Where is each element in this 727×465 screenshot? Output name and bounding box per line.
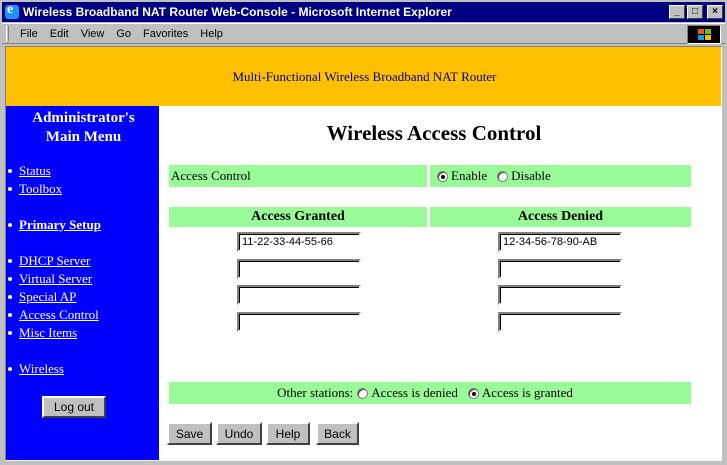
access-control-label: Access Control <box>169 165 427 187</box>
sidebar-item-wireless[interactable]: Wireless <box>8 361 64 377</box>
sidebar-item-label: Misc Items <box>19 325 78 340</box>
granted-mac-input-3[interactable] <box>237 285 361 305</box>
main-content: Wireless Access Control Access Control E… <box>159 106 721 460</box>
other-stations-label: Other stations: <box>277 385 354 400</box>
enable-label: Enable <box>451 168 488 183</box>
menu-help[interactable]: Help <box>194 28 229 40</box>
window-title: Wireless Broadband NAT Router Web-Consol… <box>23 5 452 19</box>
bullet-icon <box>8 331 12 335</box>
menu-file[interactable]: File <box>14 28 44 40</box>
back-button[interactable]: Back <box>316 422 359 445</box>
menu-go[interactable]: Go <box>110 28 137 40</box>
sidebar-item-label: Virtual Server <box>19 271 93 286</box>
access-disable-option[interactable]: Disable <box>497 168 551 184</box>
disable-radio[interactable] <box>497 170 509 182</box>
menu-favorites[interactable]: Favorites <box>137 28 194 40</box>
other-stations-row: Other stations: Access is denied Access … <box>169 382 691 404</box>
sidebar-item-label: Toolbox <box>19 181 63 196</box>
sidebar-item-virtual-server[interactable]: Virtual Server <box>8 271 92 287</box>
save-button[interactable]: Save <box>167 422 212 445</box>
disable-label: Disable <box>511 168 551 183</box>
bullet-icon <box>8 367 12 371</box>
menu-heading: Administrator's Main Menu <box>12 109 155 147</box>
sidebar-item-label: Primary Setup <box>19 217 101 232</box>
denied-mac-input-3[interactable] <box>498 285 622 305</box>
sidebar-item-primary-setup[interactable]: Primary Setup <box>8 217 101 233</box>
access-enable-option[interactable]: Enable <box>437 168 487 184</box>
sidebar-item-label: DHCP Server <box>19 253 91 268</box>
access-denied-header: Access Denied <box>430 207 691 227</box>
close-button[interactable]: × <box>707 5 723 19</box>
bullet-icon <box>8 295 12 299</box>
sidebar-item-status[interactable]: Status <box>8 163 51 179</box>
other-granted-option[interactable]: Access is granted <box>467 385 573 401</box>
sidebar-item-toolbox[interactable]: Toolbox <box>8 181 62 197</box>
bullet-icon <box>8 277 12 281</box>
bullet-icon <box>8 169 12 173</box>
sidebar-item-access-control[interactable]: Access Control <box>8 307 99 323</box>
sidebar-item-special-ap[interactable]: Special AP <box>8 289 76 305</box>
other-denied-option[interactable]: Access is denied <box>357 385 458 401</box>
sidebar-item-label: Status <box>19 163 51 178</box>
title-bar: Wireless Broadband NAT Router Web-Consol… <box>2 2 725 22</box>
granted-mac-input-1[interactable] <box>237 232 361 252</box>
sidebar-item-label: Special AP <box>19 289 77 304</box>
sidebar-item-dhcp-server[interactable]: DHCP Server <box>8 253 90 269</box>
denied-mac-input-4[interactable] <box>498 312 622 332</box>
granted-mac-input-4[interactable] <box>237 312 361 332</box>
windows-logo-icon <box>687 25 721 44</box>
sidebar-item-label: Access Control <box>19 307 99 322</box>
menu-heading-line1: Administrator's <box>32 110 135 126</box>
logout-button[interactable]: Log out <box>42 396 106 418</box>
maximize-button[interactable]: □ <box>687 5 703 19</box>
bullet-icon <box>8 259 12 263</box>
denied-mac-input-1[interactable] <box>498 232 622 252</box>
toolbar-grip[interactable] <box>6 26 9 41</box>
enable-radio[interactable] <box>437 170 448 182</box>
denied-mac-input-2[interactable] <box>498 259 622 279</box>
page-title: Wireless Access Control <box>326 121 542 145</box>
access-control-options: Enable Disable <box>430 165 691 187</box>
bullet-icon <box>8 313 12 317</box>
sidebar-item-misc-items[interactable]: Misc Items <box>8 325 77 341</box>
access-denied-label: Access is denied <box>371 385 458 400</box>
granted-mac-input-2[interactable] <box>237 259 361 279</box>
menu-bar: File Edit View Go Favorites Help <box>2 23 725 44</box>
sidebar-item-label: Wireless <box>19 361 64 376</box>
menu-view[interactable]: View <box>75 28 111 40</box>
window-controls: _ □ × <box>669 5 723 19</box>
menu-edit[interactable]: Edit <box>44 28 75 40</box>
access-granted-radio[interactable] <box>467 387 479 399</box>
minimize-button[interactable]: _ <box>669 5 685 19</box>
help-button[interactable]: Help <box>266 422 310 445</box>
undo-button[interactable]: Undo <box>216 422 262 445</box>
access-granted-label: Access is granted <box>481 385 573 400</box>
page-viewport: Multi-Functional Wireless Broadband NAT … <box>5 46 722 461</box>
bullet-icon <box>8 187 12 191</box>
sidebar-menu: Administrator's Main Menu Status Toolbox… <box>6 106 159 460</box>
router-banner: Multi-Functional Wireless Broadband NAT … <box>6 47 721 106</box>
access-granted-header: Access Granted <box>169 207 427 227</box>
menu-heading-line2: Main Menu <box>45 129 122 145</box>
bullet-icon <box>8 223 12 227</box>
banner-text: Multi-Functional Wireless Broadband NAT … <box>232 68 497 84</box>
internet-explorer-icon <box>5 2 19 19</box>
access-denied-radio[interactable] <box>357 387 369 399</box>
browser-window: Wireless Broadband NAT Router Web-Consol… <box>0 0 727 465</box>
